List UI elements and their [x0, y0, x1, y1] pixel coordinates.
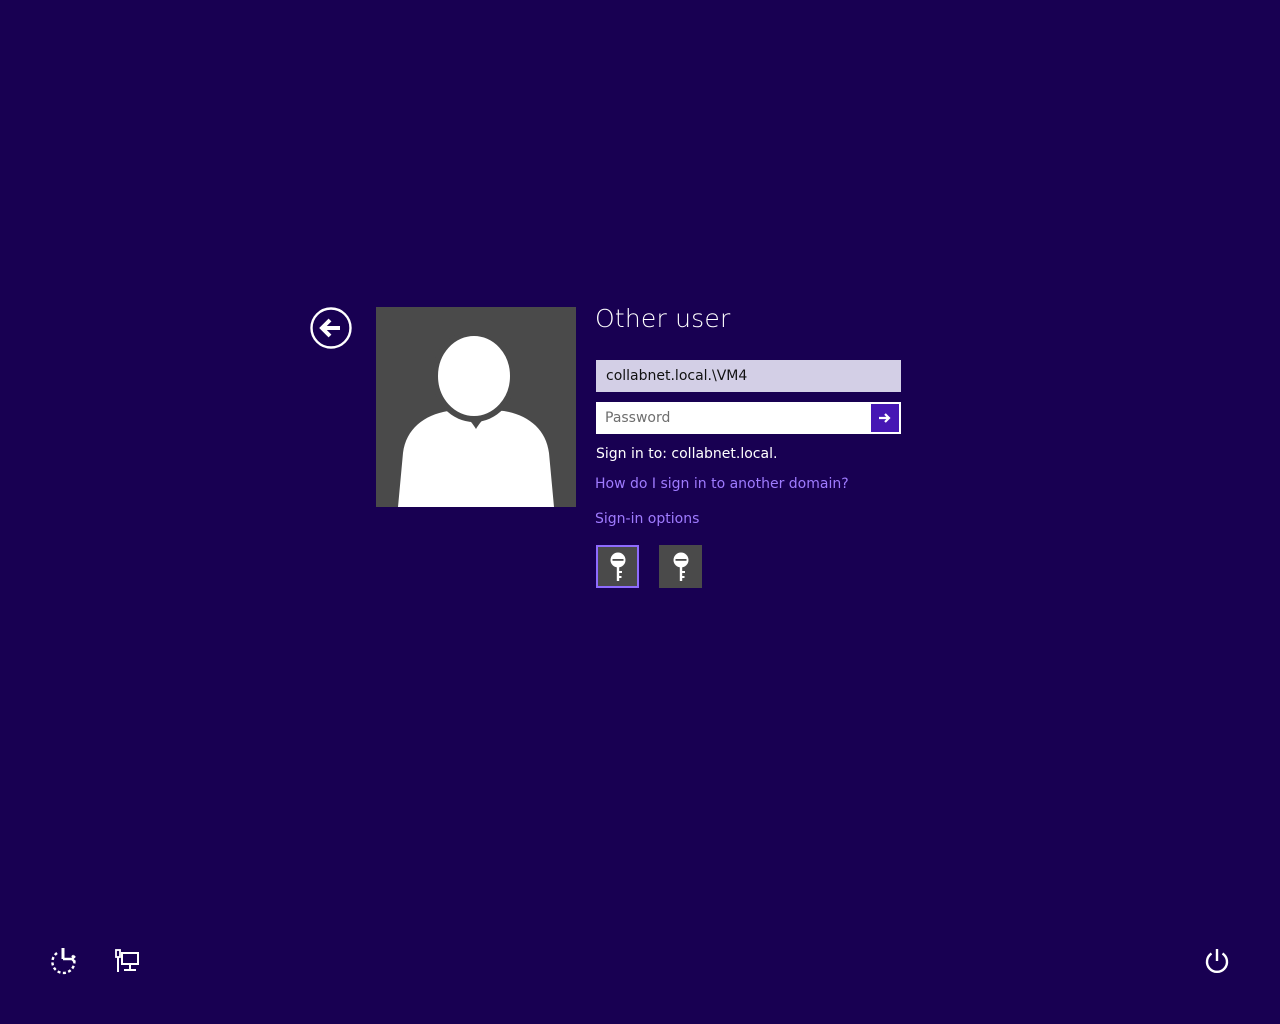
- lock-screen: Other user Sign in to: collabnet.local. …: [0, 0, 1280, 1024]
- sign-in-options-link[interactable]: Sign-in options: [595, 509, 699, 529]
- ease-of-access-icon: [51, 948, 76, 975]
- user-name-title: Other user: [595, 304, 731, 333]
- other-domain-help-link[interactable]: How do I sign in to another domain?: [595, 474, 849, 494]
- back-arrow-circle-icon: [310, 307, 352, 349]
- user-silhouette-icon: [398, 330, 554, 507]
- key-icon: [610, 552, 625, 581]
- submit-button[interactable]: [871, 404, 899, 432]
- network-icon: [115, 949, 139, 972]
- user-avatar: [376, 307, 576, 507]
- ease-of-access-button[interactable]: [47, 945, 79, 977]
- sign-in-domain-text: Sign in to: collabnet.local.: [596, 446, 778, 462]
- username-field[interactable]: [596, 360, 901, 392]
- power-button[interactable]: [1201, 945, 1233, 977]
- password-field[interactable]: [597, 403, 870, 433]
- alternate-option-tile[interactable]: [659, 545, 702, 588]
- network-button[interactable]: [111, 945, 143, 977]
- password-option-tile[interactable]: [596, 545, 639, 588]
- back-button[interactable]: [310, 307, 352, 349]
- password-box: [596, 402, 901, 434]
- key-icon: [673, 552, 688, 581]
- power-icon: [1205, 949, 1229, 974]
- arrow-right-icon: [879, 413, 891, 423]
